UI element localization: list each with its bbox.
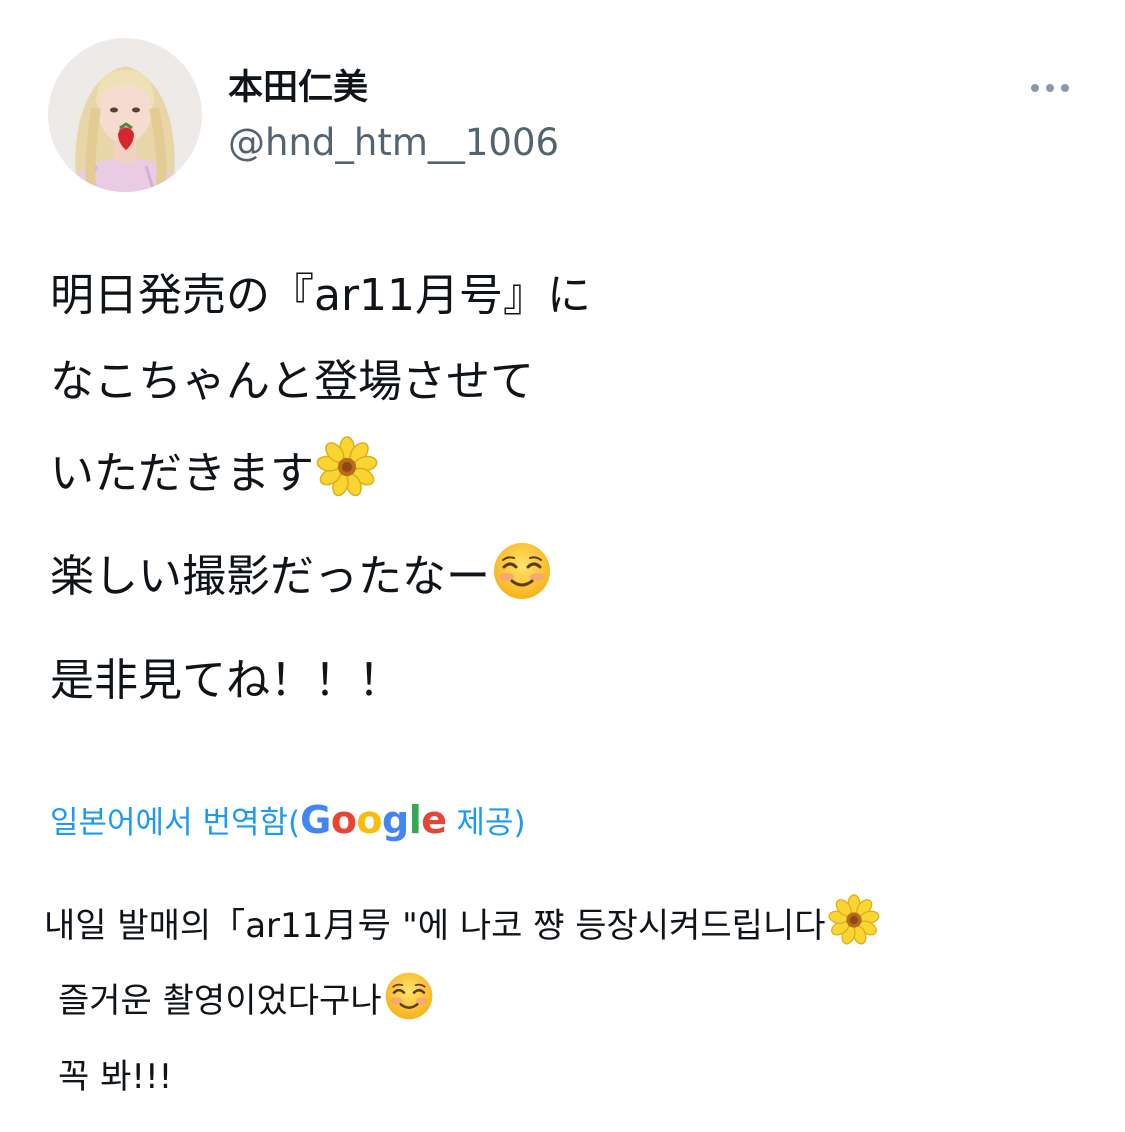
tweet-line-4-container: 楽しい撮影だったなー — [50, 541, 552, 616]
blossom-emoji-icon — [316, 436, 378, 513]
blossom-emoji-icon — [828, 894, 880, 960]
translation-line-2: 즐거운 촬영이었다구나 — [58, 981, 382, 1021]
tweet-line-4: 楽しい撮影だったなー — [50, 551, 490, 602]
tweet-line-2: なこちゃんと登場させて — [50, 356, 534, 407]
translation-line-3: 꼭 봐!!! — [58, 1057, 173, 1097]
avatar[interactable] — [48, 38, 202, 192]
google-logo: Google — [300, 798, 447, 842]
smiling-face-emoji-icon — [384, 971, 434, 1035]
tweet-line-3-container: いただきます — [50, 436, 378, 513]
author-display-name[interactable]: 本田仁美 — [228, 66, 368, 110]
translation-line-2-container: 즐거운 촬영이었다구나 — [58, 971, 434, 1035]
translation-label-prefix: 일본어에서 번역함( — [50, 805, 301, 841]
more-horizontal-icon — [1031, 84, 1069, 92]
more-options-button[interactable] — [1018, 66, 1082, 110]
tweet-line-5: 是非見てね！！！ — [50, 655, 402, 706]
tweet-line-1: 明日発売の『ar11月号』に — [50, 270, 592, 321]
translation-label-suffix: 제공) — [446, 805, 526, 841]
avatar-image — [48, 38, 202, 192]
smiling-face-emoji-icon — [492, 541, 552, 616]
translation-line-1-container: 내일 발매의「ar11月号 "에 나코 쨩 등장시켜드립니다 — [44, 894, 880, 960]
author-handle[interactable]: @hnd_htm__1006 — [228, 120, 559, 166]
translation-line-1: 내일 발매의「ar11月号 "에 나코 쨩 등장시켜드립니다 — [44, 906, 826, 946]
tweet-line-3: いただきます — [50, 448, 314, 499]
translated-by-google-link[interactable]: 일본어에서 번역함(Google 제공) — [50, 796, 526, 847]
